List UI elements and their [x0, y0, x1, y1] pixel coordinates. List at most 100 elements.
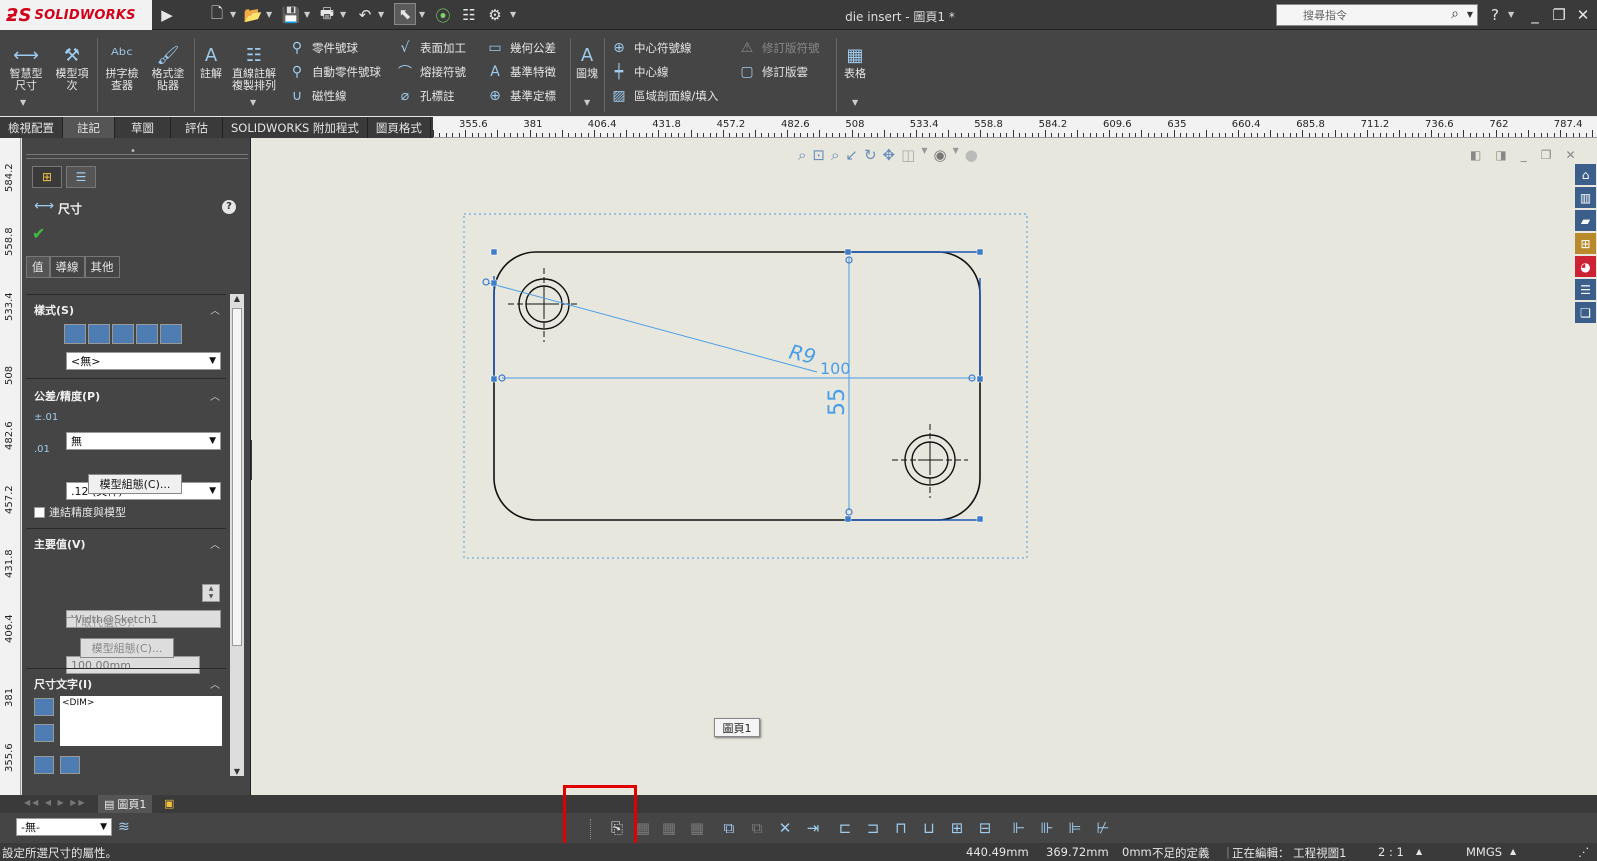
datum-feature-button[interactable]: A 基準特徵	[484, 60, 556, 84]
scroll-thumb[interactable]	[232, 308, 242, 646]
arrow-handles[interactable]	[482, 256, 976, 516]
handle[interactable]	[490, 248, 498, 256]
file-properties-icon[interactable]: ☷	[458, 4, 480, 26]
align-top-icon[interactable]: ⊓	[890, 817, 912, 839]
chevron-down-icon[interactable]: ▼	[304, 10, 310, 19]
dim-text-position-icon[interactable]	[34, 698, 54, 716]
align-right-edge-icon[interactable]: ⇥	[802, 817, 824, 839]
chevron-up-icon[interactable]: ▲	[1510, 847, 1516, 856]
status-scale[interactable]: 2 : 1	[1378, 845, 1404, 859]
chevron-down-icon[interactable]: ▼	[510, 10, 516, 19]
sheet-tab[interactable]: ▤ 圖頁1	[98, 795, 153, 813]
close-icon[interactable]: ✕	[1572, 4, 1594, 26]
add-sheet-icon[interactable]: ▣	[164, 797, 174, 810]
chevron-down-icon[interactable]: ▼	[340, 10, 346, 19]
smart-dimension-button[interactable]: ⟷ 智慧型 尺寸	[4, 44, 48, 92]
undo-icon[interactable]: ↶	[354, 4, 376, 26]
blocks-button[interactable]: A 圖塊	[574, 44, 600, 80]
delete-style-icon[interactable]	[112, 324, 134, 344]
layer-properties-icon[interactable]: ≋	[118, 819, 130, 835]
print-icon[interactable]: 🖶	[316, 4, 338, 26]
link-precision-checkbox[interactable]	[34, 506, 45, 518]
override-checkbox[interactable]	[66, 616, 77, 628]
space-compact-down-icon[interactable]: ⊬	[1092, 817, 1114, 839]
hole-callout-button[interactable]: ⌀ 孔標註	[394, 84, 466, 108]
sheet-label[interactable]: 圖頁1	[714, 718, 760, 737]
appearances-icon[interactable]: ◕	[1575, 256, 1596, 277]
handle[interactable]	[490, 279, 498, 287]
handle[interactable]	[976, 248, 984, 256]
align-disabled-icon[interactable]: ▦	[686, 817, 708, 839]
magnetic-line-button[interactable]: ∪ 磁性線	[286, 84, 381, 108]
chevron-down-icon[interactable]: ▼	[1508, 10, 1514, 19]
file-explorer-icon[interactable]: ▰	[1575, 210, 1596, 231]
align-horizontal-center-icon[interactable]: ⊞	[946, 817, 968, 839]
handle[interactable]	[844, 515, 852, 523]
balloon-button[interactable]: ⚲ 零件號球	[286, 36, 381, 60]
align-right-icon[interactable]: ⊐	[862, 817, 884, 839]
space-evenly-down-icon[interactable]: ⊪	[1036, 817, 1058, 839]
load-style-icon[interactable]	[160, 324, 182, 344]
chevron-up-icon[interactable]: ▲	[1416, 847, 1422, 856]
handle-dot[interactable]	[482, 278, 490, 286]
align-bottom-icon[interactable]: ⊔	[918, 817, 940, 839]
chevron-up-icon[interactable]: ︿	[210, 302, 220, 317]
scrollbar[interactable]: ▲ ▼	[230, 294, 244, 776]
center-mark-button[interactable]: ⊕ 中心符號線	[608, 36, 718, 60]
home-icon[interactable]: ⌂	[1575, 164, 1596, 185]
dim-text-symbol-icon[interactable]	[60, 756, 80, 774]
open-folder-icon[interactable]: 📂	[242, 4, 264, 26]
weld-symbol-button[interactable]: ⌒ 熔接符號	[394, 60, 466, 84]
select-cursor-icon[interactable]: ⬉	[394, 3, 416, 25]
width-dimension-text[interactable]: 100	[820, 359, 851, 378]
expand-menu-icon[interactable]: ▶	[156, 4, 178, 26]
chevron-up-icon[interactable]: ︿	[210, 536, 220, 551]
style-select[interactable]: <無> ▼	[66, 352, 221, 370]
tab-evaluate[interactable]: 評估	[171, 117, 223, 138]
handle[interactable]	[976, 375, 984, 383]
dim-text-option-icon[interactable]	[34, 756, 54, 774]
tab-view-layout[interactable]: 檢視配置	[0, 117, 63, 138]
configurations-button-disabled[interactable]: 模型組態(C)...	[80, 638, 174, 658]
spell-checker-button[interactable]: ᴬᵇᶜ 拼字檢 查器	[100, 44, 144, 92]
handle[interactable]	[490, 375, 498, 383]
chevron-down-icon[interactable]: ▼	[584, 98, 590, 107]
ungroup-icon[interactable]: ⧉	[746, 817, 768, 839]
drawing-canvas[interactable]: ⌕ ⊡ ⌕ ↙ ↻ ✥ ◫ ▼ ◉ ▼ ● ◧ ◨ _ ❐ ✕ R9 100 5…	[252, 138, 1597, 795]
chevron-up-icon[interactable]: ︿	[210, 676, 220, 691]
chevron-down-icon[interactable]: ▼	[230, 10, 236, 19]
dim-text-justify-icon[interactable]	[34, 724, 54, 742]
chevron-down-icon[interactable]: ▼	[378, 10, 384, 19]
part-outline[interactable]	[493, 251, 981, 521]
height-dimension-text[interactable]: 55	[825, 388, 850, 416]
chevron-down-icon[interactable]: ▼	[20, 98, 26, 107]
save-style-icon[interactable]	[136, 324, 158, 344]
configurations-button[interactable]: 模型組態(C)...	[88, 474, 182, 494]
datum-target-button[interactable]: ⊕ 基準定標	[484, 84, 556, 108]
search-icon[interactable]: ⌕	[1451, 6, 1459, 22]
custom-properties-icon[interactable]: ☰	[1575, 279, 1596, 300]
chevron-down-icon[interactable]: ▼	[1467, 10, 1473, 19]
design-library-icon[interactable]: ▥	[1575, 187, 1596, 208]
align-disabled-icon[interactable]: ▦	[658, 817, 680, 839]
view-boundary[interactable]	[463, 213, 1028, 559]
chevron-down-icon[interactable]: ▼	[250, 98, 256, 107]
view-palette-icon[interactable]: ⊞	[1575, 233, 1596, 254]
centerline-button[interactable]: ┿ 中心線	[608, 60, 718, 84]
search-input[interactable]: 搜尋指令 ⌕ ▼	[1276, 4, 1478, 26]
subtab-value[interactable]: 值	[26, 256, 50, 278]
scroll-down-icon[interactable]: ▼	[230, 767, 244, 776]
new-document-icon[interactable]: 🗋	[206, 4, 228, 26]
add-style-icon[interactable]	[88, 324, 110, 344]
restore-icon[interactable]: ❐	[1548, 4, 1570, 26]
status-units[interactable]: MMGS	[1466, 845, 1502, 859]
geometric-tolerance-button[interactable]: ▭ 幾何公差	[484, 36, 556, 60]
tolerance-type-select[interactable]: 無 ▼	[66, 432, 221, 450]
tab-sheet-format[interactable]: 圖頁格式	[368, 117, 431, 138]
apply-default-style-icon[interactable]	[64, 324, 86, 344]
value-spinner[interactable]: ▲ ▼	[202, 584, 220, 602]
note-button[interactable]: A 註解	[196, 44, 226, 80]
help-icon[interactable]: ?	[222, 200, 236, 214]
panel-grip[interactable]: •	[130, 146, 136, 157]
help-icon[interactable]: ?	[1484, 4, 1506, 26]
